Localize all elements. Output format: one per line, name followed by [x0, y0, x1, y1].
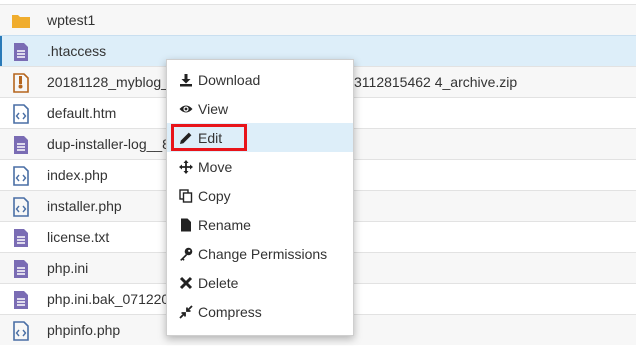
- copy-icon: [179, 188, 193, 203]
- text-file-icon: [11, 290, 31, 310]
- code-file-icon: [11, 321, 31, 341]
- menu-item-label: Rename: [198, 216, 251, 233]
- download-icon: [179, 73, 193, 87]
- eye-icon: [179, 102, 193, 116]
- zip-file-icon: [11, 73, 31, 93]
- file-name: default.htm: [47, 105, 117, 121]
- file-name: dup-installer-log__8: [47, 136, 170, 152]
- file-name: installer.php: [47, 198, 122, 214]
- menu-item-label: Delete: [198, 274, 239, 291]
- compress-icon: [179, 304, 193, 319]
- menu-item-copy[interactable]: Copy: [167, 181, 353, 210]
- folder-icon: [11, 11, 31, 31]
- menu-item-label: Copy: [198, 187, 231, 204]
- move-arrows-icon: [179, 159, 193, 174]
- text-file-icon: [11, 135, 31, 155]
- menu-item-label: Edit: [198, 129, 223, 146]
- file-name: .htaccess: [47, 43, 107, 59]
- code-file-icon: [11, 104, 31, 124]
- file-name: license.txt: [47, 229, 110, 245]
- pencil-icon: [179, 131, 193, 145]
- menu-item-view[interactable]: View: [167, 94, 353, 123]
- context-menu: Download View Edit Move Copy Rename Chan…: [166, 59, 354, 336]
- menu-item-rename[interactable]: Rename: [167, 210, 353, 239]
- menu-item-change-permissions[interactable]: Change Permissions: [167, 239, 353, 268]
- menu-item-delete[interactable]: Delete: [167, 268, 353, 297]
- file-name: wptest1: [47, 12, 96, 28]
- file-name: php.ini: [47, 260, 89, 276]
- text-file-icon: [11, 259, 31, 279]
- menu-item-edit[interactable]: Edit: [167, 123, 353, 152]
- menu-item-label: View: [198, 100, 229, 117]
- menu-item-move[interactable]: Move: [167, 152, 353, 181]
- menu-item-download[interactable]: Download: [167, 65, 353, 94]
- file-row-wptest1[interactable]: wptest1: [0, 4, 636, 35]
- file-name: index.php: [47, 167, 108, 183]
- text-file-icon: [11, 42, 31, 62]
- close-icon: [179, 276, 193, 290]
- file-name: phpinfo.php: [47, 322, 121, 338]
- code-file-icon: [11, 166, 31, 186]
- file-icon: [179, 218, 193, 232]
- menu-item-label: Download: [198, 71, 261, 88]
- menu-item-label: Move: [198, 158, 233, 175]
- menu-item-compress[interactable]: Compress: [167, 297, 353, 326]
- menu-item-label: Change Permissions: [198, 245, 328, 262]
- file-name: 20181128_myblog_: [47, 74, 169, 90]
- file-name: php.ini.bak_071220: [47, 291, 170, 307]
- code-file-icon: [11, 197, 31, 217]
- file-name-suffix: 3112815462 4_archive.zip: [354, 74, 518, 90]
- menu-item-label: Compress: [198, 303, 262, 320]
- key-icon: [179, 247, 193, 261]
- text-file-icon: [11, 228, 31, 248]
